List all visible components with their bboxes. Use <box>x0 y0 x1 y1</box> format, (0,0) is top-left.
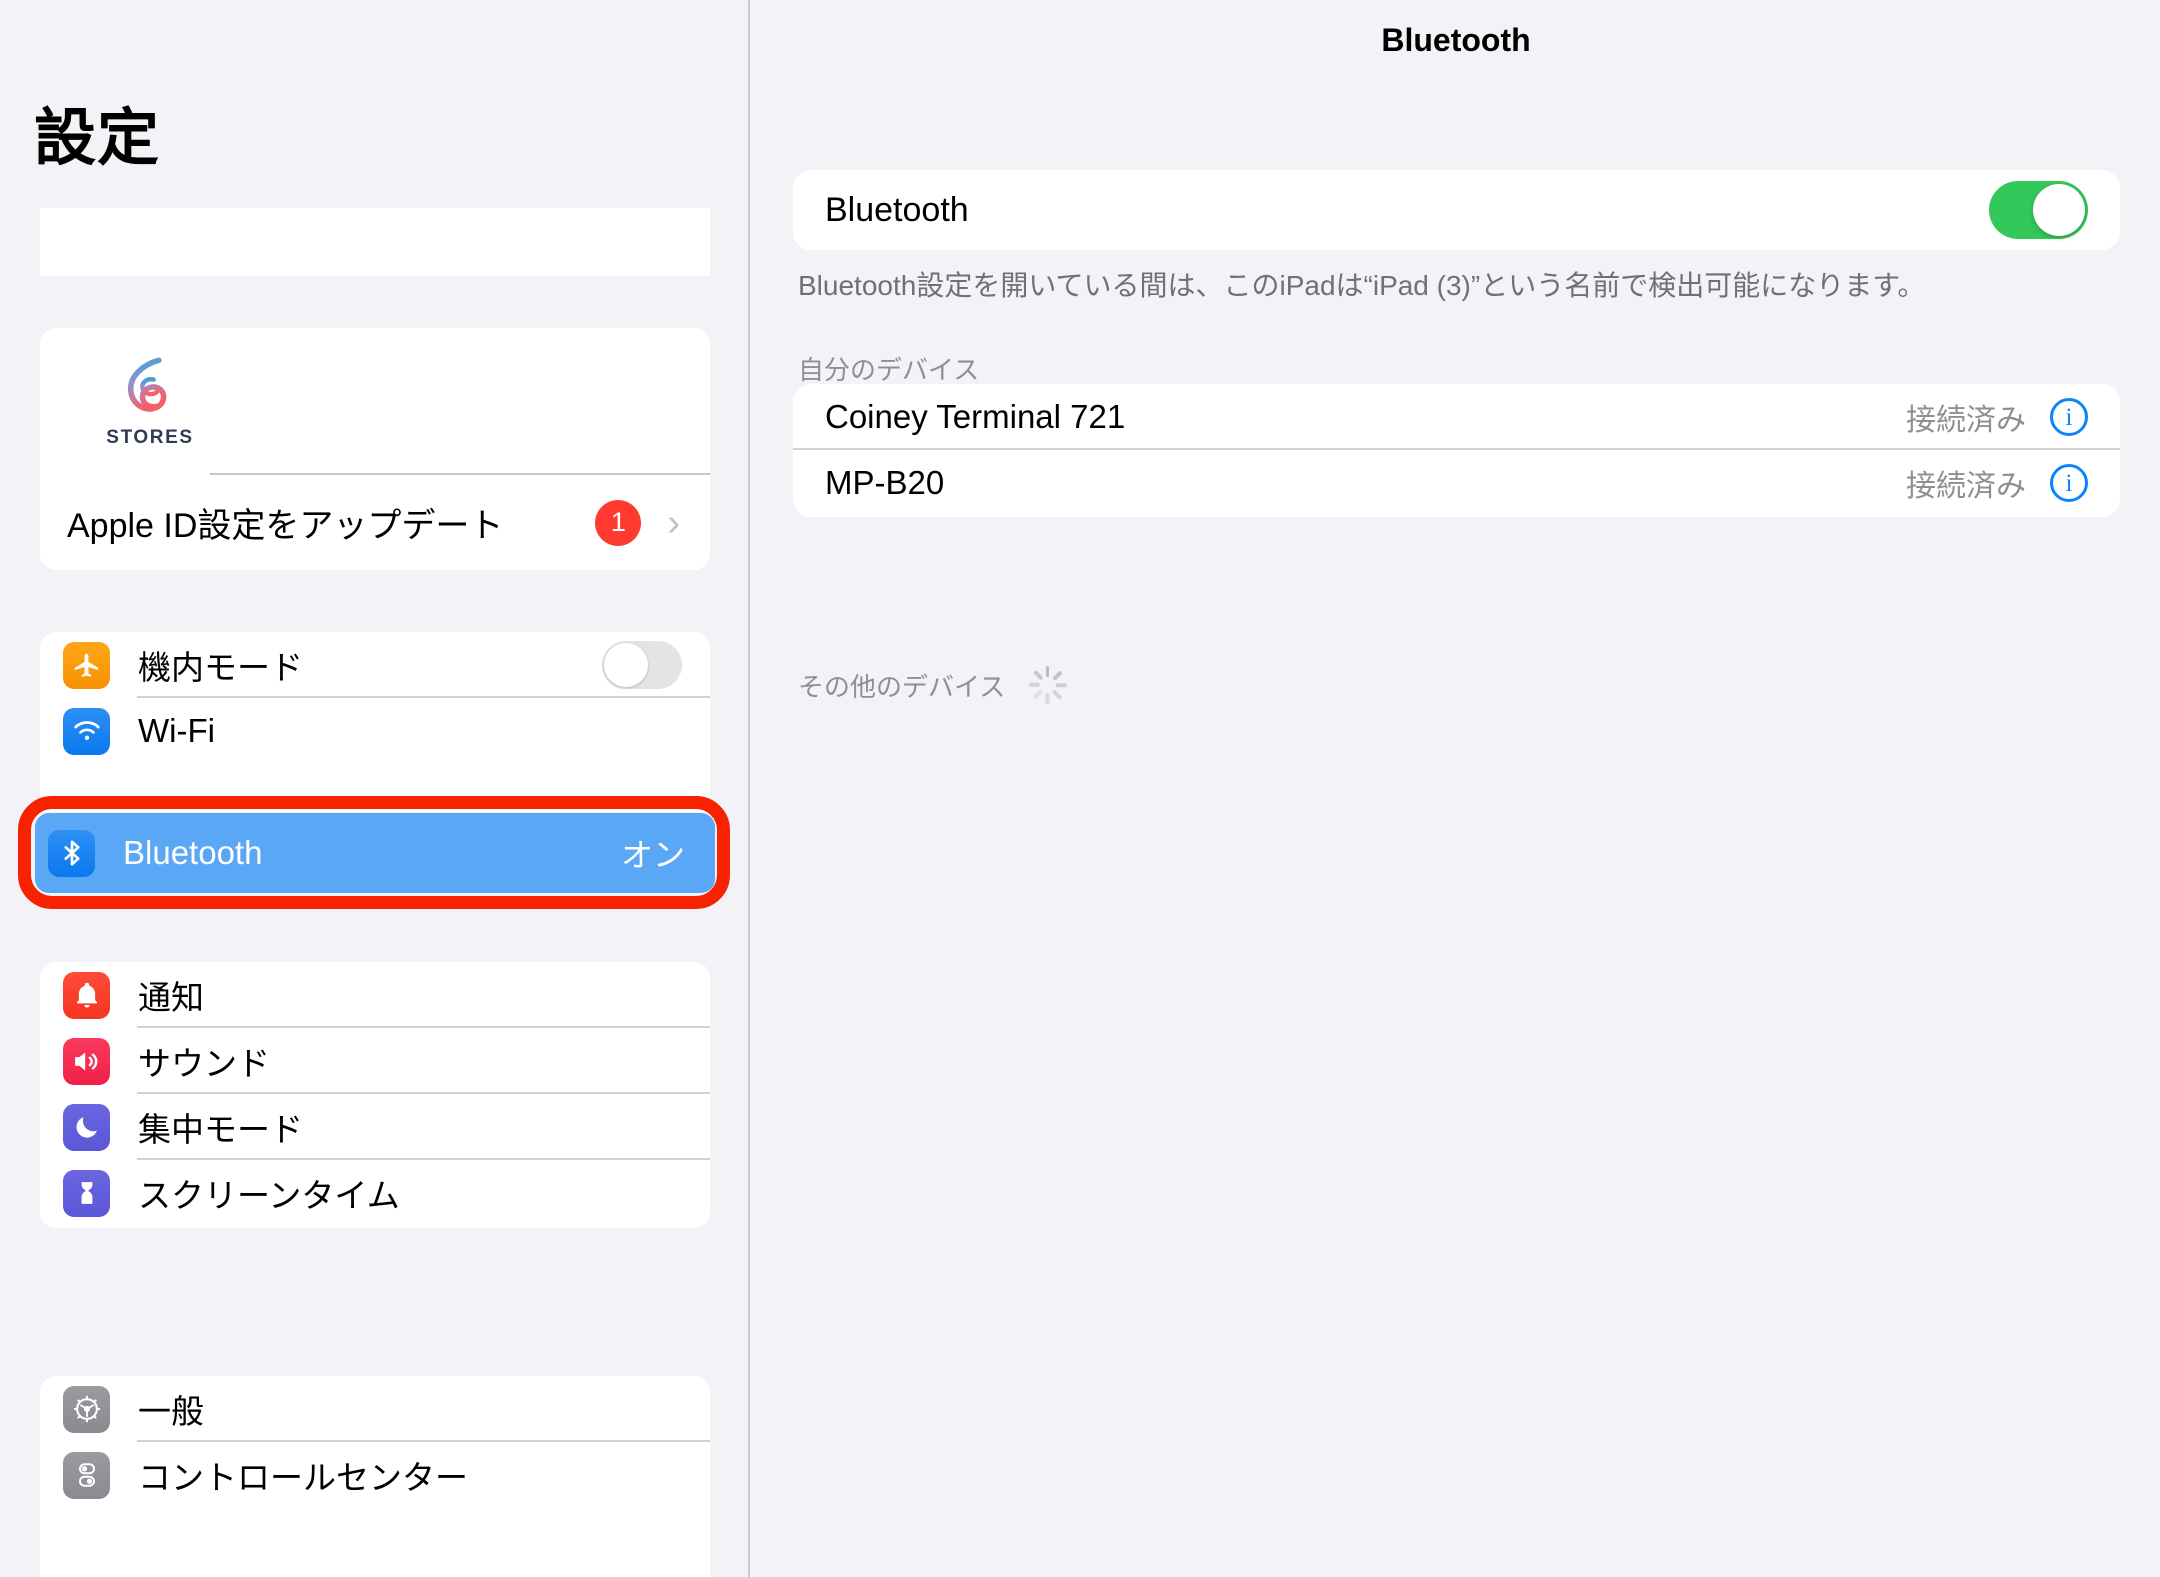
airplane-mode-toggle[interactable] <box>602 641 682 689</box>
moon-icon <box>63 1103 110 1151</box>
sidebar-item-airplane-mode[interactable]: 機内モード <box>40 632 710 698</box>
sidebar-item-label: 集中モード <box>138 1111 303 1148</box>
sidebar-item-apple-id-update[interactable]: Apple ID設定をアップデート 1 › <box>40 475 710 570</box>
other-devices-section: その他のデバイス <box>798 665 1067 705</box>
sidebar-item-notifications[interactable]: 通知 <box>40 962 710 1028</box>
notifications-card: 通知 サウンド 集中モード スクリーンタイム <box>40 962 710 1228</box>
hourglass-icon <box>63 1169 110 1217</box>
sidebar-item-wifi[interactable]: Wi-Fi <box>40 698 710 764</box>
wifi-icon <box>63 707 110 755</box>
sidebar-item-control-center[interactable]: コントロールセンター <box>40 1442 710 1508</box>
gear-icon <box>63 1385 110 1433</box>
toggle-knob <box>2033 184 2085 236</box>
other-devices-header: その他のデバイス <box>798 671 1006 702</box>
speaker-icon <box>63 1037 110 1085</box>
bell-icon <box>63 971 110 1019</box>
sidebar-item-screen-time[interactable]: スクリーンタイム <box>40 1160 710 1226</box>
table-row[interactable]: MP-B20 接続済み i <box>793 450 2120 516</box>
sidebar-item-label: 一般 <box>138 1393 204 1430</box>
apple-id-update-label: Apple ID設定をアップデート <box>67 507 504 545</box>
bluetooth-toggle-row[interactable]: Bluetooth <box>793 170 2120 250</box>
stores-mark-icon <box>127 357 167 412</box>
device-status: 接続済み <box>1906 404 2026 437</box>
info-icon[interactable]: i <box>2050 398 2088 436</box>
sidebar-item-label: サウンド <box>138 1045 270 1082</box>
detail-title: Bluetooth <box>1381 22 1531 58</box>
settings-sidebar: 設定 STORES Apple ID設定をアップデート 1 › 機内モード Wi… <box>0 0 750 1577</box>
sidebar-item-label: Bluetooth <box>123 834 263 871</box>
bluetooth-toggle-card: Bluetooth <box>793 170 2120 250</box>
stores-logo-text: STORES <box>106 427 194 448</box>
info-icon[interactable]: i <box>2050 464 2088 502</box>
sidebar-item-label: Wi-Fi <box>138 712 215 749</box>
table-row[interactable]: Coiney Terminal 721 接続済み i <box>793 384 2120 450</box>
my-devices-header: 自分のデバイス <box>798 355 980 385</box>
account-card: STORES Apple ID設定をアップデート 1 › <box>40 328 710 570</box>
sidebar-item-general[interactable]: 一般 <box>40 1376 710 1442</box>
bluetooth-toggle-label: Bluetooth <box>825 190 969 229</box>
switches-icon <box>63 1451 110 1499</box>
toggle-knob <box>604 643 648 687</box>
bluetooth-icon <box>48 829 95 877</box>
sidebar-item-label: 機内モード <box>138 649 303 686</box>
bluetooth-detail-panel: Bluetooth Bluetooth Bluetooth設定を開いている間は、… <box>752 0 2160 1577</box>
airplane-icon <box>63 641 110 689</box>
sidebar-item-bluetooth[interactable]: Bluetooth オン <box>35 813 715 893</box>
connectivity-card: 機内モード Wi-Fi <box>40 632 710 812</box>
chevron-right-icon: › <box>667 501 680 544</box>
my-devices-card: Coiney Terminal 721 接続済み i MP-B20 接続済み i <box>793 384 2120 517</box>
bluetooth-toggle[interactable] <box>1989 181 2088 239</box>
page-title: 設定 <box>34 104 161 173</box>
sidebar-item-label: スクリーンタイム <box>138 1177 400 1214</box>
status-badge: 1 <box>595 499 642 546</box>
stores-logo: STORES <box>95 350 205 455</box>
device-name: Coiney Terminal 721 <box>825 398 1126 435</box>
sidebar-item-label: コントロールセンター <box>138 1459 468 1496</box>
sidebar-item-value: オン <box>620 837 685 873</box>
device-name: MP-B20 <box>825 464 945 501</box>
general-card: 一般 コントロールセンター <box>40 1376 710 1577</box>
sidebar-item-label: 通知 <box>138 979 204 1016</box>
device-status: 接続済み <box>1906 470 2026 503</box>
sidebar-item-sounds[interactable]: サウンド <box>40 1028 710 1094</box>
bluetooth-description: Bluetooth設定を開いている間は、このiPadは“iPad (3)”という… <box>798 270 1926 301</box>
sidebar-item-focus[interactable]: 集中モード <box>40 1094 710 1160</box>
search-input[interactable] <box>40 208 710 276</box>
ipad-settings-screen: 設定 STORES Apple ID設定をアップデート 1 › 機内モード Wi… <box>0 0 2160 1577</box>
scanning-spinner-icon <box>1027 665 1067 705</box>
